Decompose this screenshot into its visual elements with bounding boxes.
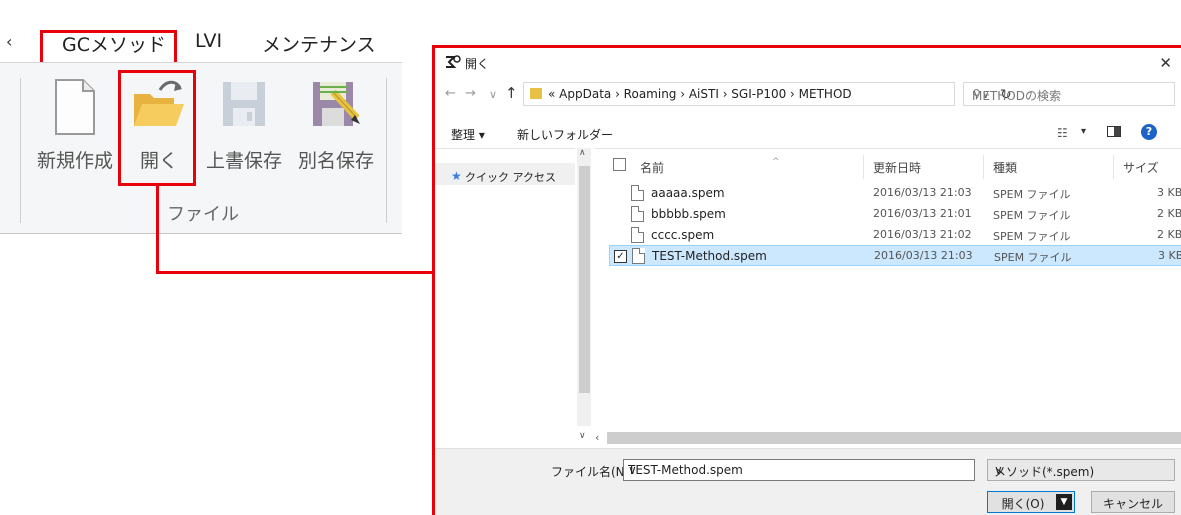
save-button[interactable]: 上書保存: [204, 78, 284, 188]
dialog-footer: ファイル名(N): TEST-Method.spem ∨ メソッド(*.spem…: [435, 448, 1181, 515]
tab-maintenance[interactable]: メンテナンス: [262, 30, 376, 57]
filename-input[interactable]: TEST-Method.spem ∨: [623, 459, 975, 481]
folder-icon: [530, 88, 542, 99]
new-document-icon: [55, 79, 95, 135]
nav-pane-scroll-thumb[interactable]: [579, 166, 590, 393]
view-options-icon[interactable]: ☷: [1057, 126, 1068, 140]
dialog-open-button[interactable]: 開く(O) ▼: [987, 491, 1075, 513]
column-header-type[interactable]: 種類: [993, 159, 1017, 176]
dialog-open-label: 開く(O): [1001, 497, 1045, 511]
new-button-label: 新規作成: [36, 150, 113, 172]
sort-ascending-icon: ^: [772, 157, 780, 167]
forward-arrow-icon[interactable]: →: [465, 86, 476, 101]
view-dropdown-icon[interactable]: ▾: [1081, 126, 1086, 137]
file-group-label: ファイル: [167, 204, 239, 225]
column-header-name[interactable]: 名前 ^: [640, 157, 780, 176]
organize-menu[interactable]: 整理 ▾: [451, 126, 485, 143]
open-file-dialog: 開く ✕ ← → ∨ ↑ « AppData › Roaming › AiSTI…: [432, 45, 1181, 515]
filetype-select[interactable]: メソッド(*.spem) ∨: [987, 459, 1175, 481]
file-name: bbbbb.spem: [651, 207, 726, 221]
column-divider[interactable]: [983, 155, 984, 179]
file-checkbox-checked[interactable]: ✓: [614, 250, 627, 263]
file-type: SPEM ファイル: [993, 230, 1071, 243]
file-list-horizontal-scrollbar[interactable]: [607, 432, 1181, 444]
file-row[interactable]: cccc.spem 2016/03/13 21:02 SPEM ファイル 2 K…: [609, 225, 1181, 246]
file-icon: [631, 206, 644, 222]
address-row: ← → ∨ ↑ « AppData › Roaming › AiSTI › SG…: [435, 80, 1181, 110]
column-header-date[interactable]: 更新日時: [873, 159, 921, 176]
save-as-button[interactable]: 別名保存: [286, 78, 386, 188]
new-button[interactable]: 新規作成: [32, 78, 118, 188]
file-list: 名前 ^ 更新日時 種類 サイズ aaaaa.spem 2016/03/13 2…: [595, 148, 1181, 428]
file-icon: [632, 248, 645, 264]
up-arrow-icon[interactable]: ↑: [505, 84, 518, 102]
select-all-checkbox[interactable]: [613, 158, 626, 171]
preview-pane-icon[interactable]: [1107, 126, 1121, 137]
scroll-up-icon[interactable]: ∧: [579, 148, 586, 158]
filetype-dropdown-icon[interactable]: ∨: [994, 463, 1168, 477]
recent-locations-chevron-icon[interactable]: ∨: [489, 88, 497, 101]
file-date: 2016/03/13 21:02: [873, 228, 972, 241]
app-icon: [446, 55, 461, 68]
open-split-dropdown-icon[interactable]: ▼: [1056, 494, 1072, 510]
save-as-disk-icon: [313, 82, 360, 126]
file-icon: [631, 227, 644, 243]
column-header-size[interactable]: サイズ: [1123, 159, 1159, 176]
filename-dropdown-icon[interactable]: ∨: [628, 463, 968, 477]
callout-connector-line: [156, 186, 159, 274]
file-size: 2 KB: [1157, 207, 1181, 220]
ribbon-tab-bar: ‹ GCメソッド LVI メンテナンス: [0, 20, 402, 82]
file-row[interactable]: bbbbb.spem 2016/03/13 21:01 SPEM ファイル 2 …: [609, 204, 1181, 225]
save-disk-icon: [223, 82, 265, 126]
file-date: 2016/03/13 21:01: [873, 207, 972, 220]
column-divider[interactable]: [1113, 155, 1114, 179]
dialog-titlebar: 開く ✕: [435, 48, 1181, 78]
file-size: 3 KB: [1157, 186, 1181, 199]
file-name: TEST-Method.spem: [652, 249, 767, 263]
file-icon: [631, 185, 644, 201]
file-row[interactable]: aaaaa.spem 2016/03/13 21:03 SPEM ファイル 3 …: [609, 183, 1181, 204]
tab-lvi[interactable]: LVI: [195, 30, 222, 52]
callout-connector-line: [156, 271, 432, 274]
file-size: 2 KB: [1157, 228, 1181, 241]
open-button-highlight-box: [118, 70, 196, 186]
file-type: SPEM ファイル: [993, 209, 1071, 222]
search-icon[interactable]: ⚲: [972, 87, 1164, 101]
quick-access-label[interactable]: クイック アクセス: [465, 169, 556, 185]
help-icon[interactable]: ?: [1141, 124, 1157, 140]
scroll-left-icon[interactable]: ‹: [595, 431, 599, 444]
file-size: 3 KB: [1158, 249, 1181, 262]
save-as-button-label: 別名保存: [297, 150, 374, 172]
file-name: cccc.spem: [651, 228, 715, 242]
column-divider[interactable]: [863, 155, 864, 179]
command-bar: 整理 ▾ 新しいフォルダー ☷ ▾ ?: [435, 118, 1181, 146]
ribbon-scroll-left-icon[interactable]: ‹: [6, 32, 12, 51]
filename-label: ファイル名(N):: [551, 465, 634, 479]
address-bar[interactable]: « AppData › Roaming › AiSTI › SGI-P100 ›…: [523, 82, 1012, 106]
file-type: SPEM ファイル: [994, 251, 1072, 264]
search-input[interactable]: METHODの検索 ⚲: [963, 82, 1175, 106]
dialog-title: 開く: [465, 57, 490, 71]
file-date: 2016/03/13 21:03: [874, 249, 973, 262]
file-name: aaaaa.spem: [651, 186, 725, 200]
back-arrow-icon[interactable]: ←: [445, 86, 456, 101]
navigation-pane: ★ クイック アクセス: [435, 148, 575, 418]
close-icon[interactable]: ✕: [1159, 54, 1172, 72]
new-folder-button[interactable]: 新しいフォルダー: [517, 126, 613, 143]
scroll-down-icon[interactable]: ∨: [579, 431, 586, 441]
ribbon-separator: [386, 78, 387, 223]
breadcrumb[interactable]: « AppData › Roaming › AiSTI › SGI-P100 ›…: [548, 87, 852, 101]
cancel-button[interactable]: キャンセル: [1091, 491, 1175, 513]
file-row-selected[interactable]: ✓ TEST-Method.spem 2016/03/13 21:03 SPEM…: [609, 245, 1181, 266]
file-type: SPEM ファイル: [993, 188, 1071, 201]
star-icon: ★: [451, 169, 462, 183]
save-button-label: 上書保存: [205, 150, 282, 172]
cancel-label: キャンセル: [1102, 497, 1163, 511]
file-date: 2016/03/13 21:03: [873, 186, 972, 199]
